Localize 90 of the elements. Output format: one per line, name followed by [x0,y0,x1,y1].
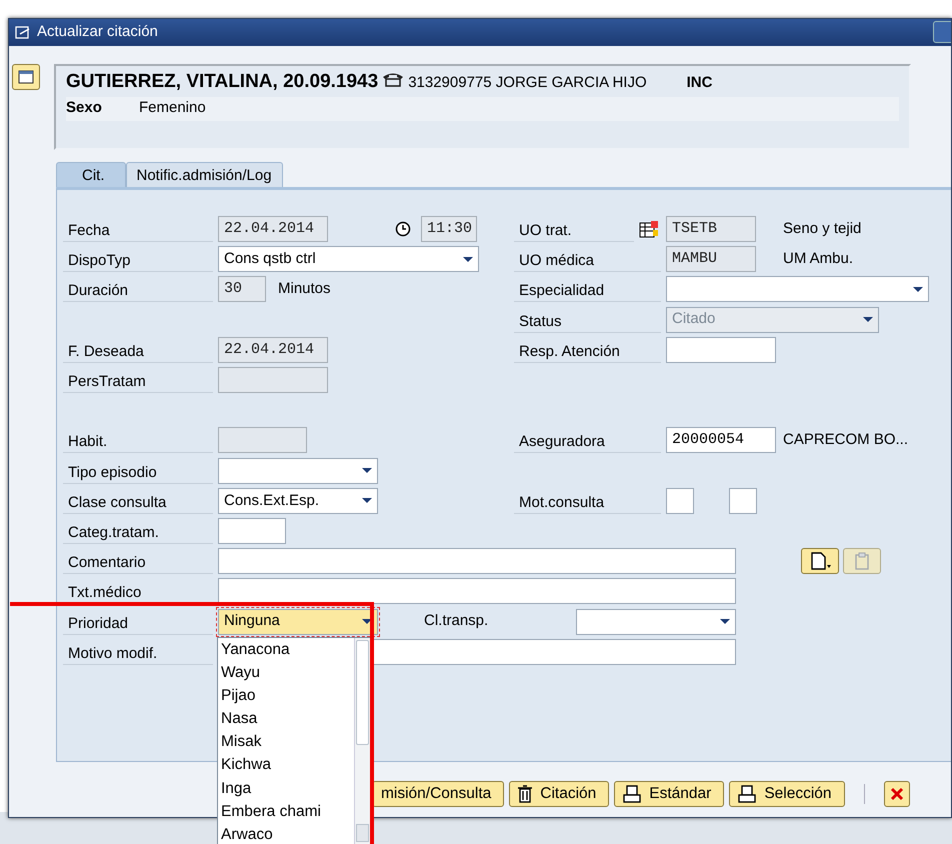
list-option[interactable]: Inga [221,776,354,800]
field-label: Txt.médico [63,578,213,604]
readonly-field: TSETB [666,216,756,242]
input-field[interactable] [218,578,736,604]
field-label: DispoTyp [63,246,213,272]
cancel-button[interactable] [884,781,910,807]
scroll-thumb[interactable] [356,640,369,745]
list-option[interactable]: Kichwa [221,753,354,777]
field-label: Resp. Atención [514,336,661,363]
table-icon [639,220,659,238]
header-button[interactable] [12,64,40,90]
field-label: Sexo [66,98,103,118]
caret-icon [913,286,923,292]
input-field[interactable] [218,548,736,574]
patient-name: GUTIERREZ, VITALINA, 20.09.1943 [66,70,378,94]
field-label: UO trat. [514,216,634,242]
readonly-field: 30 [218,276,266,302]
trash-icon [518,785,532,803]
edit-icon [15,26,31,40]
input-field[interactable] [666,488,694,514]
field-label: Prioridad [63,608,213,635]
clock-icon [395,221,411,238]
list-option[interactable]: Yanacona [221,638,354,662]
field-label: Aseguradora [514,427,661,454]
field-label: UO médica [514,246,661,272]
window-title: Actualizar citación [37,22,158,42]
caret-icon [362,498,372,504]
field-value: Femenino [139,98,206,118]
caret-icon [362,468,372,474]
list-option[interactable]: Pijao [221,684,354,708]
tab[interactable]: Notific.admisión/Log [126,162,283,187]
field-label: Habit. [63,427,213,454]
toolbar-button[interactable]: Citación [509,781,610,807]
list-option[interactable]: Embera chami [221,800,354,823]
list-option[interactable]: Misak [221,730,354,754]
printer-icon [738,785,756,803]
field-label: Status [514,306,661,333]
field-label: PersTratam [63,367,213,394]
list-option[interactable]: Wayu [221,661,354,684]
field-label: Motivo modif. [63,638,213,665]
input-field[interactable] [666,336,776,363]
field-label: Categ.tratam. [63,518,213,544]
caret-icon [463,256,473,262]
input-field[interactable] [729,488,757,514]
status-code: INC [686,73,712,93]
clipboard-icon [853,552,871,570]
dropdown-field[interactable]: Cons qstb ctrl [218,246,479,272]
dropdown-field[interactable]: Ninguna [218,608,378,635]
field-label: Mot.consulta [514,488,661,514]
field-label: F. Deseada [63,336,213,363]
printer-icon [623,785,642,803]
field-label: Fecha [63,216,213,242]
field-label: Comentario [63,548,213,574]
dropdown-field[interactable]: Cons.Ext.Esp. [218,488,378,514]
toolbar-button[interactable] [801,548,839,574]
toolbar-button[interactable]: Estándar [614,781,724,807]
list-option[interactable]: Nasa [221,707,354,730]
phone-number: 3132909775 JORGE GARCIA HIJO [408,73,647,93]
readonly-field: 11:30 [421,216,477,242]
caret-icon [362,619,372,624]
field-label: Especialidad [514,276,661,302]
tab[interactable]: Cit. [56,162,126,187]
close-icon [888,786,905,802]
list-option[interactable]: Arwaco [221,822,354,844]
field-label: Clase consulta [63,488,213,514]
document-icon [809,552,831,570]
phone-icon [382,71,404,87]
toolbar-button[interactable]: Selección [729,781,845,807]
input-field[interactable] [218,518,286,544]
field-value: CAPRECOM BO... [783,430,908,450]
field-label: Duración [63,276,213,302]
dropdown-field[interactable] [666,276,929,302]
field-value: Seno y tejid [783,218,862,239]
dropdown-field[interactable] [576,608,736,635]
readonly-field: MAMBU [666,246,756,272]
input-field[interactable]: 20000054 [666,427,776,454]
scrollbar[interactable] [354,638,370,844]
field-label: Tipo episodio [63,458,213,484]
dropdown-field[interactable] [218,458,378,484]
readonly-field: 22.04.2014 [218,216,328,242]
field-label: Cl.transp. [424,611,490,632]
toolbar-button[interactable]: misión/Consulta [372,781,504,807]
readonly-field: 22.04.2014 [218,336,328,363]
caret-icon [863,317,873,322]
close-button[interactable] [933,21,951,43]
caret-icon [720,619,730,624]
unit-label: Minutos [278,279,331,300]
field-value: UM Ambu. [783,249,854,270]
window-icon [18,70,34,84]
scroll-up-button[interactable] [356,824,369,842]
